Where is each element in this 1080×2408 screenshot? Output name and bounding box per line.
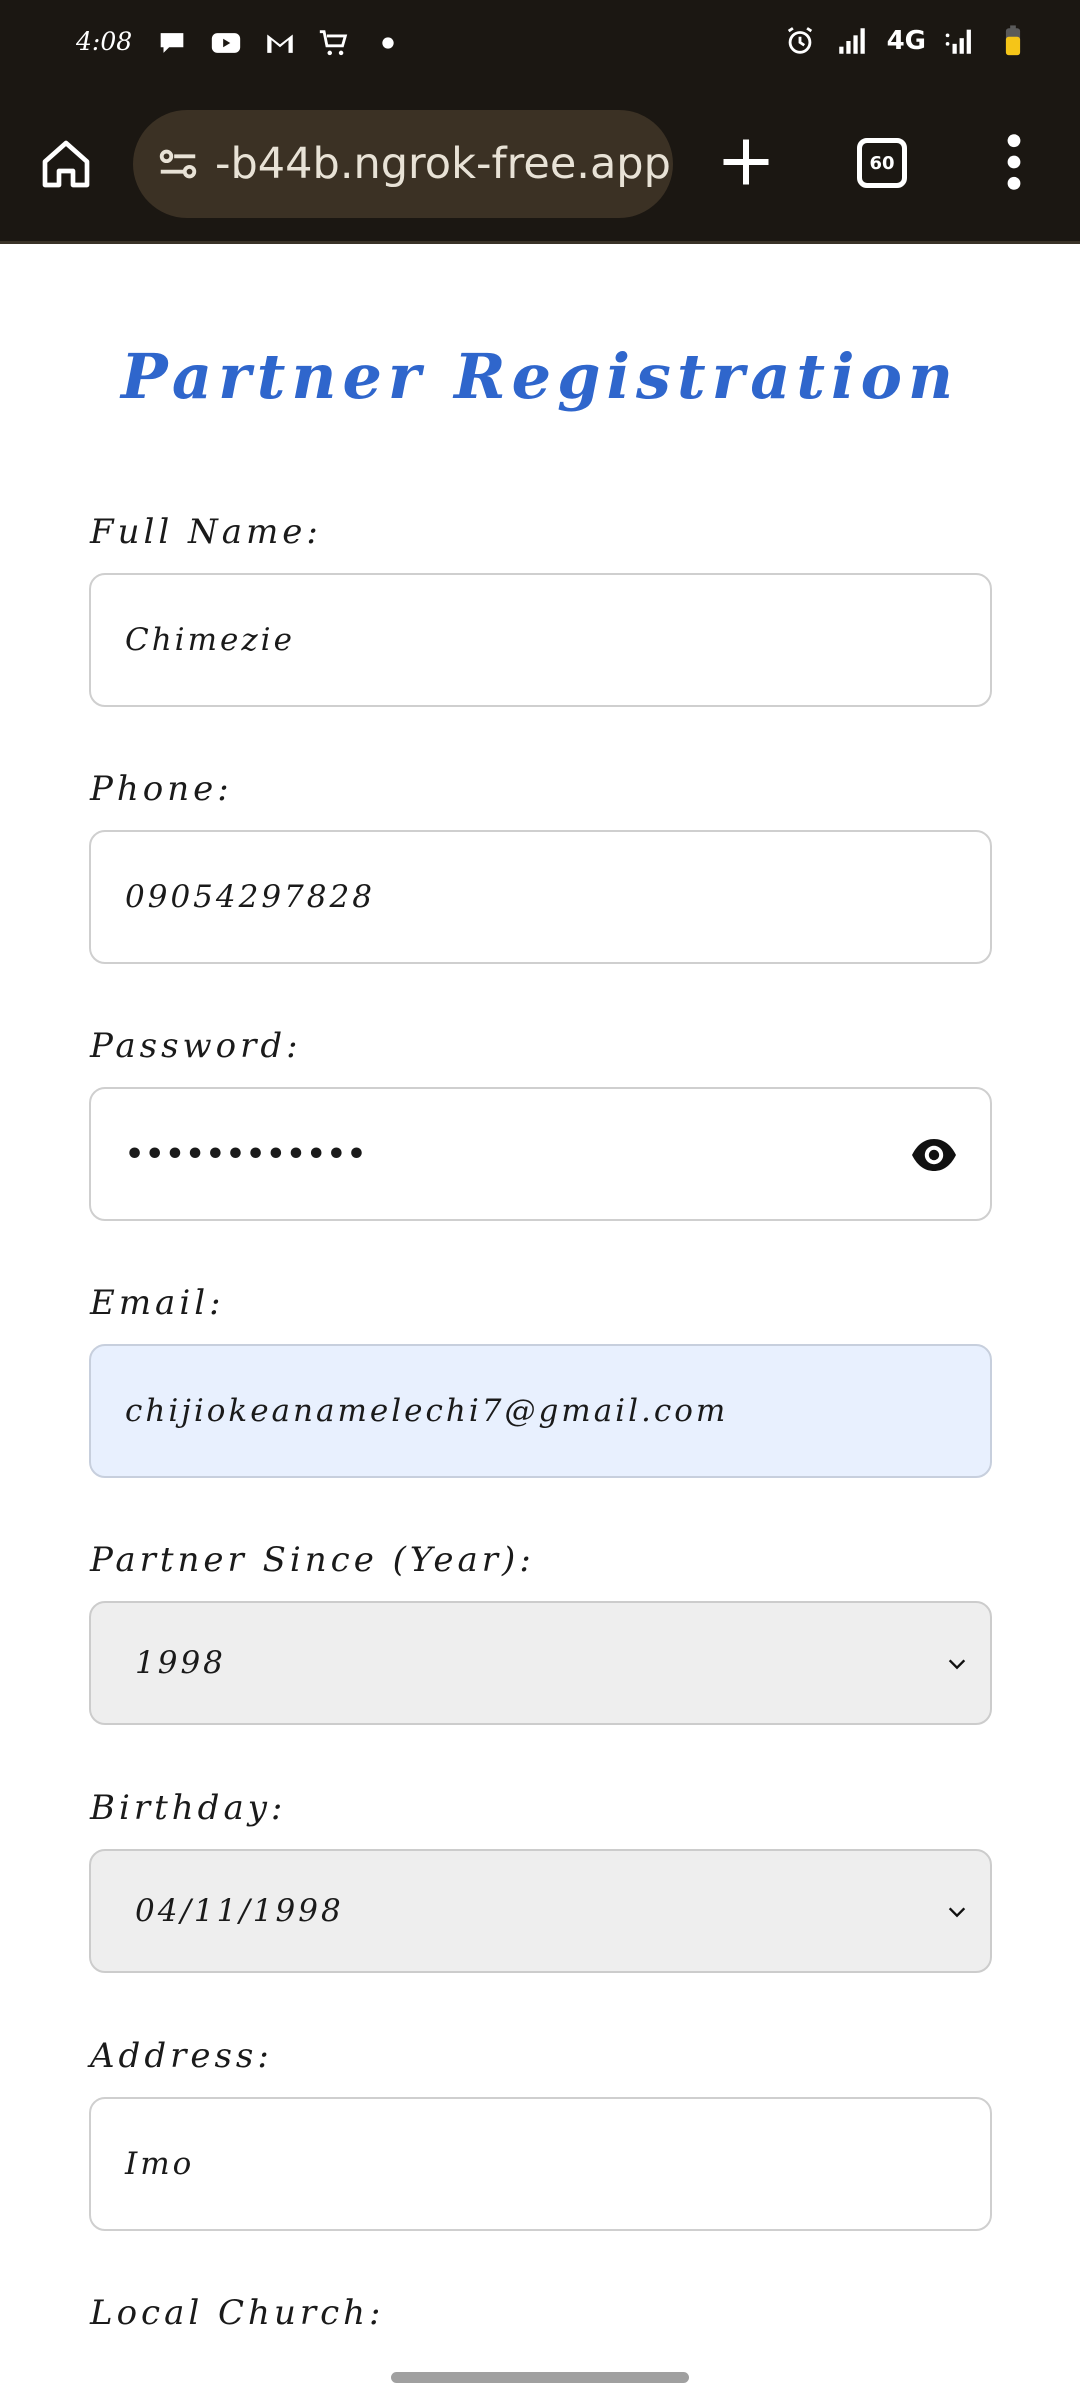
- password-input[interactable]: ••••••••••••: [89, 1087, 992, 1221]
- phone-value: 09054297828: [125, 879, 375, 915]
- birthday-select[interactable]: 04/11/1998: [89, 1849, 992, 1973]
- gmail-icon: [267, 34, 293, 53]
- partner-since-value: 1998: [135, 1645, 226, 1681]
- address-bar[interactable]: -b44b.ngrok-free.app: [133, 110, 673, 218]
- show-password-eye-icon[interactable]: [908, 1131, 960, 1179]
- browser-toolbar: -b44b.ngrok-free.app 60: [0, 88, 1080, 244]
- address-input[interactable]: Imo: [89, 2097, 992, 2231]
- chevron-down-icon: [948, 1907, 966, 1918]
- more-notifications-dot-icon: [382, 37, 394, 49]
- shopping-cart-icon: [319, 30, 348, 56]
- address-value: Imo: [125, 2146, 195, 2182]
- alarm-icon: [787, 27, 812, 54]
- overflow-menu-icon[interactable]: [996, 130, 1032, 194]
- phone-input[interactable]: 09054297828: [89, 830, 992, 964]
- phone-label: Phone:: [90, 769, 233, 809]
- tab-count: 60: [869, 152, 895, 174]
- full-name-value: Chimezie: [125, 622, 295, 658]
- youtube-icon: [211, 33, 241, 53]
- network-type: 4G: [886, 26, 926, 56]
- chat-bubble-icon: [160, 33, 184, 53]
- site-settings-icon[interactable]: [155, 141, 201, 187]
- email-label: Email:: [90, 1283, 225, 1323]
- email-value: chijiokeanamelechi7@gmail.com: [125, 1393, 729, 1429]
- system-status-icons: 4G: [783, 24, 1030, 58]
- gesture-home-indicator[interactable]: [391, 2372, 689, 2383]
- battery-icon: [1005, 25, 1021, 56]
- notification-icons: [155, 26, 405, 60]
- home-icon[interactable]: [38, 136, 94, 192]
- full-name-input[interactable]: Chimezie: [89, 573, 992, 707]
- status-bar: 4:08 4G: [0, 0, 1080, 88]
- url-text[interactable]: -b44b.ngrok-free.app: [215, 139, 671, 189]
- signal-bars-2-icon: [945, 29, 971, 54]
- password-label: Password:: [90, 1026, 302, 1066]
- full-name-label: Full Name:: [90, 512, 322, 552]
- new-tab-plus-icon[interactable]: [716, 132, 776, 192]
- tab-switcher-button[interactable]: 60: [857, 138, 907, 188]
- signal-bars-icon: [838, 28, 865, 54]
- chevron-down-icon: [948, 1659, 966, 1670]
- local-church-label: Local Church:: [90, 2293, 385, 2333]
- password-value: ••••••••••••: [125, 1136, 368, 1172]
- birthday-value: 04/11/1998: [135, 1893, 344, 1929]
- partner-since-select[interactable]: 1998: [89, 1601, 992, 1725]
- partner-since-label: Partner Since (Year):: [90, 1540, 535, 1580]
- page-title: Partner Registration: [120, 340, 960, 413]
- status-time: 4:08: [76, 27, 133, 56]
- address-label: Address:: [90, 2036, 273, 2076]
- email-input[interactable]: chijiokeanamelechi7@gmail.com: [89, 1344, 992, 1478]
- birthday-label: Birthday:: [90, 1788, 287, 1828]
